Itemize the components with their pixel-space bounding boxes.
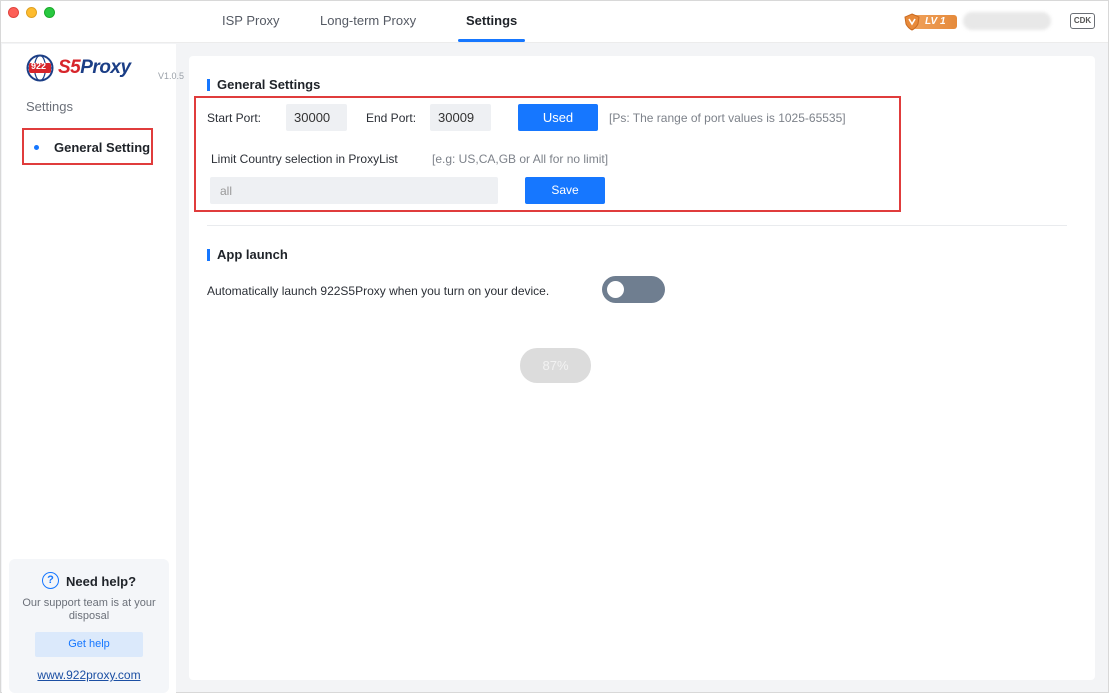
section-divider bbox=[207, 225, 1067, 226]
general-settings-title: General Settings bbox=[207, 77, 320, 92]
start-port-input[interactable] bbox=[286, 104, 347, 131]
logo-brand-number: 922 bbox=[31, 61, 47, 71]
tab-isp-proxy[interactable]: ISP Proxy bbox=[222, 13, 280, 28]
logo-text: S5Proxy bbox=[58, 57, 131, 79]
help-card: ? Need help? Our support team is at your… bbox=[9, 559, 169, 693]
country-limit-hint: [e.g: US,CA,GB or All for no limit] bbox=[432, 152, 609, 166]
progress-indicator: 87% bbox=[520, 348, 591, 383]
selected-dot-icon bbox=[34, 145, 39, 150]
sidebar: 922 S5Proxy V1.0.5 Settings General Sett… bbox=[2, 44, 184, 693]
website-link[interactable]: www.922proxy.com bbox=[9, 668, 169, 682]
save-button[interactable]: Save bbox=[525, 177, 605, 204]
help-title: Need help? bbox=[66, 574, 137, 589]
logo-name-s5: S5 bbox=[58, 57, 81, 78]
maximize-window-button[interactable] bbox=[44, 7, 55, 18]
app-launch-title: App launch bbox=[207, 247, 288, 262]
minimize-window-button[interactable] bbox=[26, 7, 37, 18]
help-description: Our support team is at your disposal bbox=[22, 597, 156, 622]
app-window: ISP Proxy Long-term Proxy Settings LV 1 … bbox=[0, 0, 1109, 693]
close-window-button[interactable] bbox=[8, 7, 19, 18]
question-icon: ? bbox=[42, 572, 59, 589]
sidebar-heading: Settings bbox=[26, 99, 73, 114]
title-bar: ISP Proxy Long-term Proxy Settings LV 1 … bbox=[1, 1, 1108, 43]
app-version: V1.0.5 bbox=[158, 71, 185, 81]
auto-launch-toggle[interactable] bbox=[602, 276, 665, 303]
country-limit-label: Limit Country selection in ProxyList bbox=[211, 152, 398, 166]
sidebar-item-general-setting[interactable]: General Setting bbox=[22, 128, 153, 165]
country-limit-input[interactable] bbox=[210, 177, 498, 204]
auto-launch-label: Automatically launch 922S5Proxy when you… bbox=[207, 284, 550, 298]
start-port-label: Start Port: bbox=[207, 111, 262, 125]
port-range-hint: [Ps: The range of port values is 1025-65… bbox=[609, 111, 846, 125]
logo-name-proxy: Proxy bbox=[80, 57, 131, 78]
end-port-input[interactable] bbox=[430, 104, 491, 131]
end-port-label: End Port: bbox=[366, 111, 417, 125]
active-tab-indicator bbox=[458, 39, 525, 42]
tab-long-term-proxy[interactable]: Long-term Proxy bbox=[320, 13, 416, 28]
toggle-knob bbox=[607, 281, 624, 298]
user-account[interactable] bbox=[963, 12, 1051, 30]
cdk-button[interactable]: CDK bbox=[1070, 13, 1095, 29]
get-help-button[interactable]: Get help bbox=[35, 632, 143, 657]
sidebar-item-label: General Setting bbox=[54, 140, 151, 155]
settings-panel: General Settings Start Port: End Port: U… bbox=[189, 56, 1095, 680]
used-button[interactable]: Used bbox=[518, 104, 598, 131]
tab-settings[interactable]: Settings bbox=[466, 13, 517, 28]
level-shield-icon bbox=[904, 13, 920, 31]
level-badge: LV 1 bbox=[903, 13, 957, 31]
